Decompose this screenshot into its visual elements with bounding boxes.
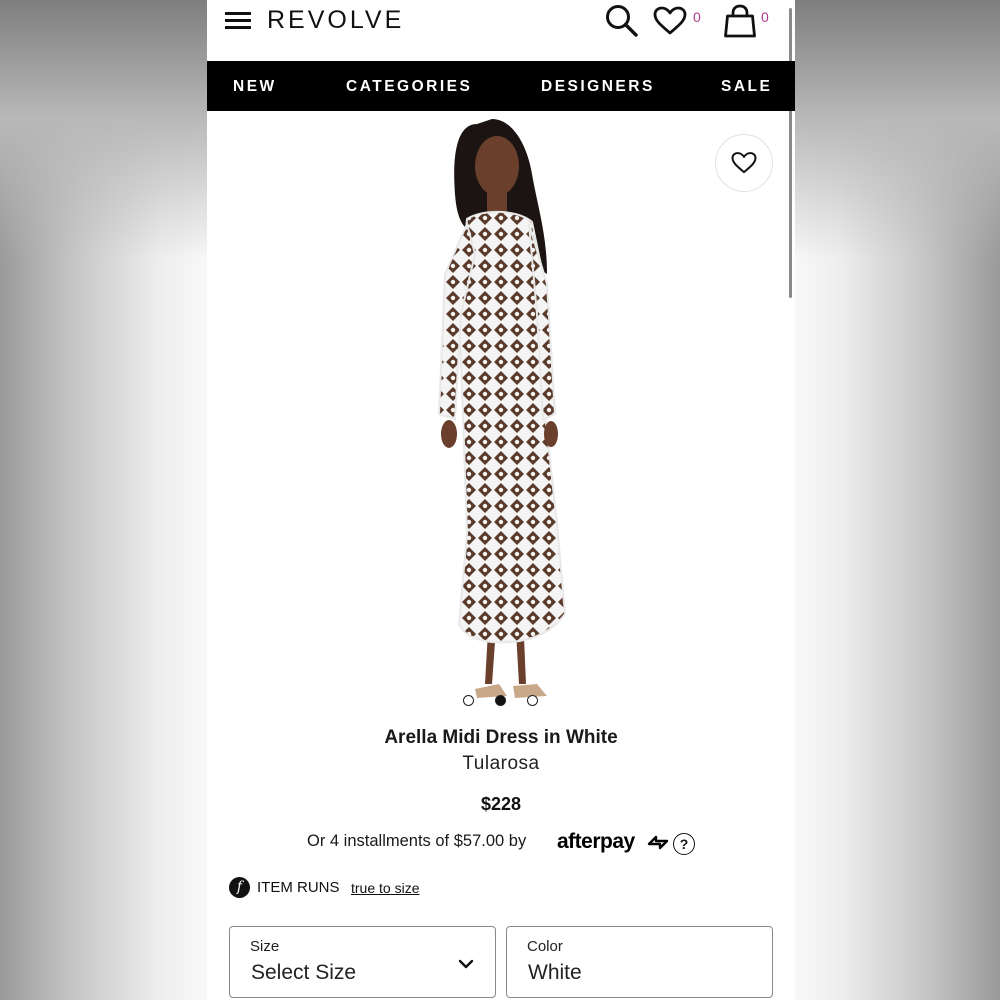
carousel-dot-1[interactable] (463, 695, 474, 706)
color-select[interactable]: Color White (506, 926, 773, 998)
scrollbar[interactable] (789, 8, 792, 298)
category-nav-bar: NEW CATEGORIES DESIGNERS SALE (207, 61, 795, 111)
fit-icon: f (229, 877, 250, 898)
nav-sale[interactable]: SALE (721, 61, 772, 113)
fit-label: ITEM RUNS (257, 879, 340, 896)
carousel-dot-2[interactable] (495, 695, 506, 706)
wishlist-count: 0 (693, 9, 701, 25)
color-select-label: Color (527, 938, 563, 955)
nav-categories[interactable]: CATEGORIES (346, 61, 472, 113)
nav-designers[interactable]: DESIGNERS (541, 61, 655, 113)
help-icon[interactable]: ? (673, 833, 695, 855)
nav-new[interactable]: NEW (233, 61, 277, 113)
shopping-bag-icon[interactable] (723, 4, 757, 38)
afterpay-icon (646, 834, 670, 854)
size-select-label: Size (250, 938, 280, 955)
product-price: $228 (480, 794, 522, 814)
chevron-down-icon (458, 957, 474, 975)
size-select-value: Select Size (251, 961, 357, 984)
bag-count: 0 (761, 9, 769, 25)
product-image[interactable] (397, 114, 607, 714)
product-brand[interactable]: Tularosa (207, 753, 795, 775)
carousel-dots (463, 695, 543, 709)
heart-icon (731, 152, 757, 174)
product-title: Arella Midi Dress in White (384, 727, 618, 748)
site-logo[interactable]: REVOLVE (267, 6, 404, 35)
wishlist-heart-icon[interactable] (653, 6, 687, 36)
fit-link[interactable]: true to size (351, 880, 419, 896)
size-select[interactable]: Size Select Size (229, 926, 496, 998)
color-select-value: White (528, 961, 582, 984)
afterpay-logo-text: afterpay (557, 830, 635, 853)
phone-screen: REVOLVE 0 0 NEW CATEGORIES DESIGNERS SAL… (207, 0, 795, 1000)
search-icon[interactable] (605, 4, 639, 38)
carousel-dot-3[interactable] (527, 695, 538, 706)
menu-icon[interactable] (225, 12, 251, 30)
installments-text: Or 4 installments of $57.00 by (307, 832, 527, 850)
add-to-wishlist-button[interactable] (715, 134, 773, 192)
